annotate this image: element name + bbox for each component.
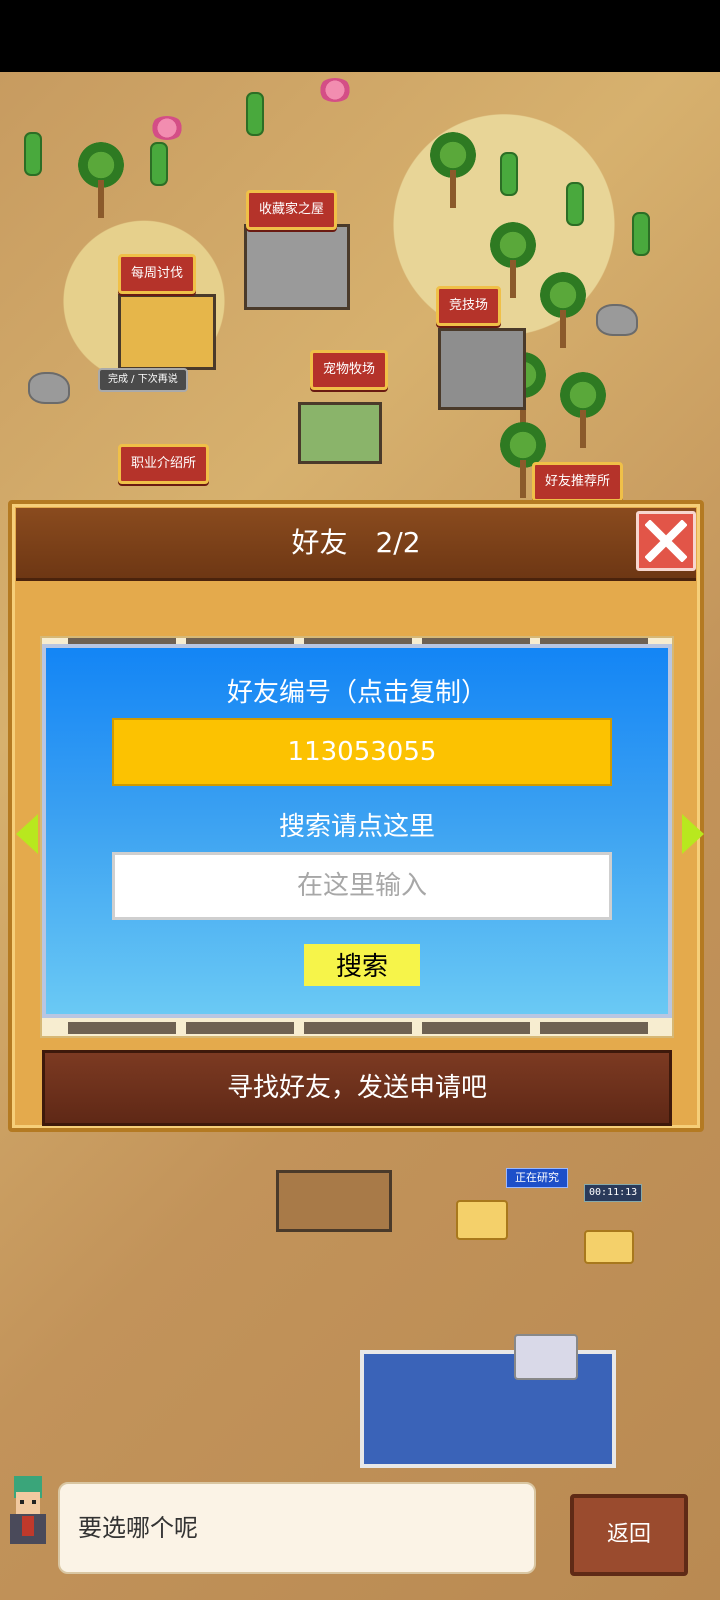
cactus bbox=[500, 152, 518, 196]
sign-pet-ranch[interactable]: 宠物牧场 bbox=[310, 350, 389, 390]
friend-count: 2/2 bbox=[375, 526, 421, 559]
research-bubble-icon[interactable] bbox=[456, 1200, 508, 1240]
flower-bush bbox=[318, 78, 352, 102]
hint-bar: 寻找好友，发送申请吧 bbox=[42, 1050, 672, 1126]
palm-tree bbox=[490, 222, 536, 298]
tray-slot bbox=[186, 1022, 294, 1034]
cactus bbox=[246, 92, 264, 136]
close-icon bbox=[645, 520, 687, 562]
modal-header: 好友 2/2 bbox=[16, 508, 696, 581]
search-input[interactable] bbox=[112, 852, 612, 920]
tray-slot bbox=[422, 1022, 530, 1034]
cactus bbox=[566, 182, 584, 226]
weekly-raid-building[interactable] bbox=[118, 294, 216, 370]
search-label: 搜索请点这里 bbox=[278, 812, 435, 842]
friend-panel: 好友编号（点击复制） 113053055 搜索请点这里 搜索 bbox=[42, 644, 672, 1018]
modal-title-text: 好友 bbox=[291, 526, 348, 559]
next-page-arrow-icon[interactable] bbox=[682, 814, 704, 854]
fast-forward-icon[interactable] bbox=[584, 1230, 634, 1264]
friend-id-label: 好友编号（点击复制） bbox=[226, 678, 487, 708]
dining-bubble-icon[interactable] bbox=[514, 1334, 578, 1380]
cactus bbox=[632, 212, 650, 256]
prev-page-arrow-icon[interactable] bbox=[16, 814, 38, 854]
research-timer: 00:11:13 bbox=[584, 1184, 643, 1202]
dialogue-box: 要选哪个呢 bbox=[58, 1482, 536, 1574]
pet-ranch-building[interactable] bbox=[298, 402, 382, 464]
research-tag: 正在研究 bbox=[506, 1168, 568, 1188]
back-button[interactable]: 返回 bbox=[570, 1494, 688, 1576]
sign-weekly-raid[interactable]: 每周讨伐 bbox=[118, 254, 197, 294]
tray-slot bbox=[540, 1022, 648, 1034]
tray-slot bbox=[304, 1022, 412, 1034]
search-button[interactable]: 搜索 bbox=[304, 944, 420, 986]
sign-job-agency[interactable]: 职业介绍所 bbox=[118, 444, 210, 484]
character-avatar bbox=[2, 1470, 56, 1554]
sign-friend-recommend[interactable]: 好友推荐所 bbox=[532, 462, 624, 502]
sign-arena[interactable]: 竞技场 bbox=[436, 286, 502, 326]
cactus bbox=[150, 142, 168, 186]
palm-tree bbox=[78, 142, 124, 218]
palm-tree bbox=[430, 132, 476, 208]
close-button[interactable] bbox=[636, 511, 696, 571]
modal-title: 好友 2/2 bbox=[16, 508, 696, 578]
friend-id-box[interactable]: 113053055 bbox=[112, 718, 612, 786]
arena-building[interactable] bbox=[438, 328, 526, 410]
stable-building[interactable] bbox=[276, 1170, 392, 1232]
status-bar bbox=[0, 0, 720, 72]
flower-bush bbox=[150, 116, 184, 140]
collector-house-building[interactable] bbox=[244, 224, 350, 310]
rock bbox=[28, 372, 70, 404]
status-tag[interactable]: 完成 / 下次再说 bbox=[98, 368, 188, 392]
friend-modal: 好友 2/2 好友编号（点击复制） 113053055 搜索请点这里 搜索 寻找好… bbox=[8, 500, 704, 1132]
palm-tree bbox=[560, 372, 606, 448]
rock bbox=[596, 304, 638, 336]
palm-tree bbox=[540, 272, 586, 348]
tray-slot bbox=[68, 1022, 176, 1034]
cactus bbox=[24, 132, 42, 176]
sign-collector-house[interactable]: 收藏家之屋 bbox=[246, 190, 338, 230]
